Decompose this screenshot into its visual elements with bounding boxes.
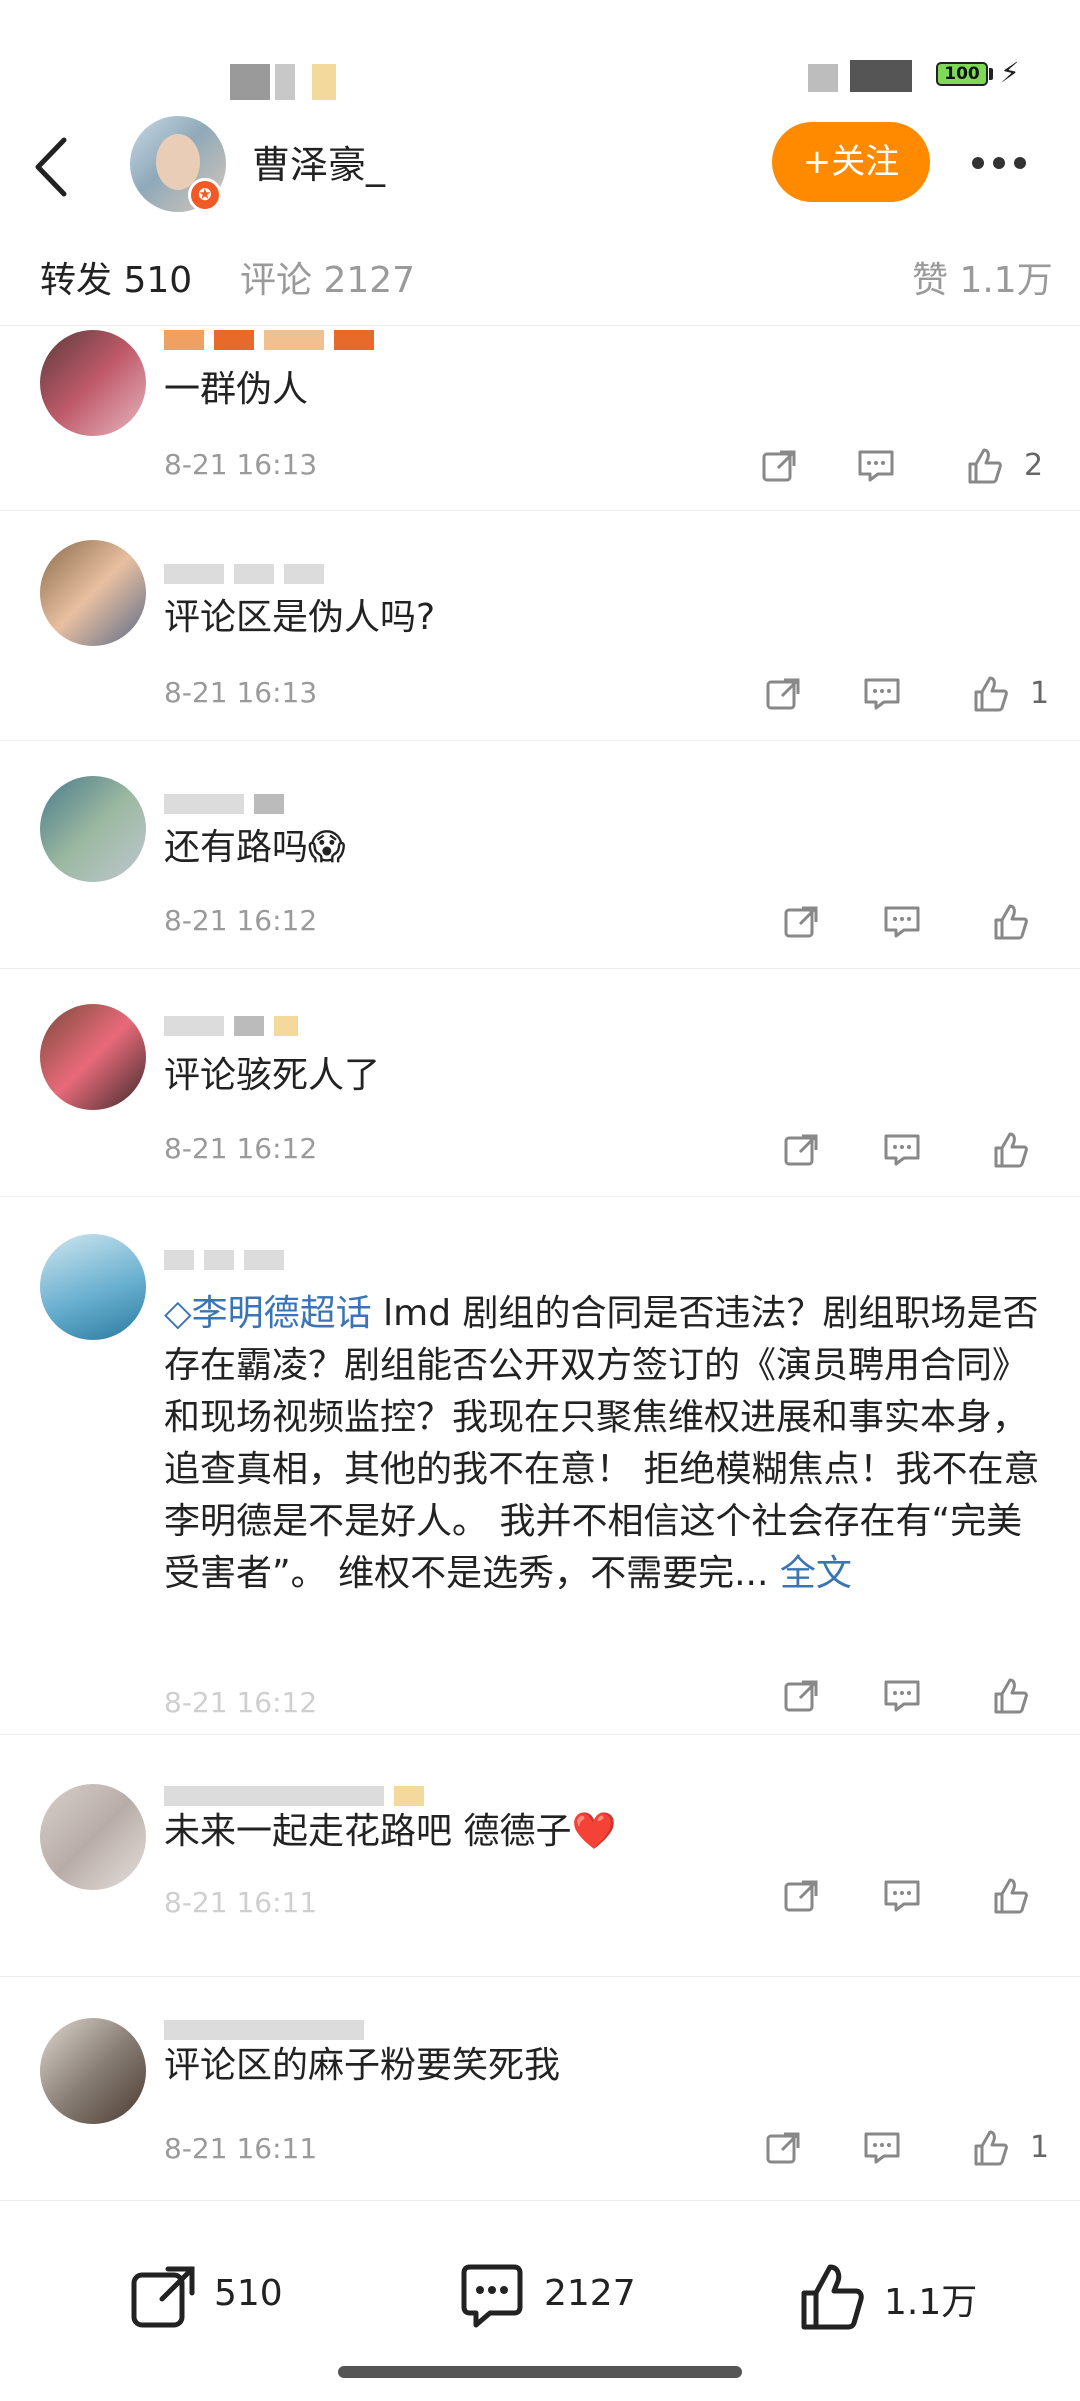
commenter-name-blurred[interactable] bbox=[164, 794, 464, 816]
like-icon[interactable] bbox=[990, 1876, 1030, 1916]
comment-text: ◇李明德超话 lmd 剧组的合同是否违法？剧组职场是否存在霸凌？剧组能否公开双方… bbox=[164, 1288, 1044, 1600]
repost-icon[interactable] bbox=[764, 674, 804, 714]
status-time-blurred bbox=[275, 64, 295, 100]
charging-icon: ⚡ bbox=[1000, 56, 1020, 89]
comment-icon[interactable] bbox=[882, 1130, 922, 1170]
like-icon[interactable] bbox=[990, 1130, 1030, 1170]
wifi-icon bbox=[850, 60, 912, 92]
comment-text: 评论区的麻子粉要笑死我 bbox=[164, 2045, 561, 2086]
commenter-avatar[interactable] bbox=[40, 2018, 146, 2124]
like-count-total[interactable]: 1.1万 bbox=[884, 2273, 977, 2325]
commenter-name-blurred[interactable] bbox=[164, 330, 464, 352]
comment-text: 评论区是伪人吗? bbox=[164, 597, 436, 638]
commenter-avatar[interactable] bbox=[40, 540, 146, 646]
comment-icon[interactable] bbox=[456, 2261, 528, 2333]
comment-text: 一群伪人 bbox=[164, 369, 309, 410]
follow-button[interactable]: +关注 bbox=[772, 122, 930, 202]
repost-icon[interactable] bbox=[760, 446, 800, 486]
tab-repost[interactable]: 转发 510 bbox=[40, 251, 192, 303]
comment-item: 一群伪人 8-21 16:13 2 bbox=[0, 330, 1080, 511]
status-time-blurred bbox=[230, 64, 270, 100]
like-icon[interactable] bbox=[990, 902, 1030, 942]
like-count: 1 bbox=[1030, 676, 1050, 711]
commenter-name-blurred[interactable] bbox=[164, 1250, 464, 1272]
commenter-avatar[interactable] bbox=[40, 1234, 146, 1340]
comment-time: 8-21 16:11 bbox=[164, 2132, 318, 2165]
commenter-name-blurred[interactable] bbox=[164, 2020, 464, 2042]
like-icon[interactable] bbox=[970, 674, 1010, 714]
commenter-avatar[interactable] bbox=[40, 330, 146, 436]
more-options-icon[interactable] bbox=[972, 154, 1036, 170]
repost-icon[interactable] bbox=[782, 1876, 822, 1916]
comment-icon[interactable] bbox=[862, 2128, 902, 2168]
comment-body: lmd 剧组的合同是否违法？剧组职场是否存在霸凌？剧组能否公开双方签订的《演员聘… bbox=[164, 1293, 1040, 1594]
comment-item: 评论区是伪人吗? 8-21 16:13 1 bbox=[0, 540, 1080, 741]
comment-item: 评论区的麻子粉要笑死我 8-21 16:11 1 bbox=[0, 2010, 1080, 2201]
comment-time: 8-21 16:11 bbox=[164, 1886, 318, 1919]
back-icon[interactable] bbox=[30, 132, 74, 202]
commenter-name-blurred[interactable] bbox=[164, 1786, 464, 1808]
author-name[interactable]: 曹泽豪_ bbox=[252, 134, 385, 189]
comment-time: 8-21 16:13 bbox=[164, 676, 318, 709]
like-count: 2 bbox=[1024, 448, 1044, 483]
comment-icon[interactable] bbox=[882, 902, 922, 942]
commenter-avatar[interactable] bbox=[40, 1784, 146, 1890]
comment-icon[interactable] bbox=[882, 1676, 922, 1716]
tab-bar: 转发 510 评论 2127 赞 1.1万 bbox=[0, 245, 1080, 326]
comment-count[interactable]: 2127 bbox=[544, 2273, 636, 2314]
comment-time: 8-21 16:12 bbox=[164, 904, 318, 937]
read-more-link[interactable]: 全文 bbox=[780, 1553, 852, 1594]
like-icon[interactable] bbox=[970, 2128, 1010, 2168]
battery-icon: 100 bbox=[936, 62, 988, 86]
comment-text: 还有路吗😱 bbox=[164, 827, 346, 868]
verified-badge-icon: ✪ bbox=[188, 178, 222, 212]
like-icon[interactable] bbox=[796, 2261, 868, 2333]
comment-item: 还有路吗😱 8-21 16:12 bbox=[0, 768, 1080, 969]
repost-icon[interactable] bbox=[128, 2261, 200, 2333]
comment-icon[interactable] bbox=[856, 446, 896, 486]
repost-icon[interactable] bbox=[782, 1676, 822, 1716]
comment-icon[interactable] bbox=[862, 674, 902, 714]
repost-icon[interactable] bbox=[764, 2128, 804, 2168]
comment-icon[interactable] bbox=[882, 1876, 922, 1916]
signal-icon bbox=[808, 64, 838, 92]
header: ✪ 曹泽豪_ +关注 bbox=[0, 110, 1080, 230]
commenter-avatar[interactable] bbox=[40, 1004, 146, 1110]
like-icon[interactable] bbox=[990, 1676, 1030, 1716]
tab-comments[interactable]: 评论 2127 bbox=[240, 251, 415, 303]
comment-time: 8-21 16:12 bbox=[164, 1686, 318, 1719]
commenter-avatar[interactable] bbox=[40, 776, 146, 882]
status-bar: 100 ⚡ bbox=[0, 0, 1080, 110]
comment-text: 未来一起走花路吧 德德子❤️ bbox=[164, 1811, 617, 1852]
battery-tip bbox=[989, 68, 993, 80]
home-indicator[interactable] bbox=[338, 2366, 742, 2378]
comment-item: 未来一起走花路吧 德德子❤️ 8-21 16:11 bbox=[0, 1776, 1080, 1977]
comment-item: ◇李明德超话 lmd 剧组的合同是否违法？剧组职场是否存在霸凌？剧组能否公开双方… bbox=[0, 1226, 1080, 1735]
like-icon[interactable] bbox=[964, 446, 1004, 486]
super-topic-link[interactable]: ◇李明德超话 bbox=[164, 1293, 372, 1334]
tab-likes[interactable]: 赞 1.1万 bbox=[912, 251, 1053, 303]
comment-time: 8-21 16:13 bbox=[164, 448, 318, 481]
like-count: 1 bbox=[1030, 2130, 1050, 2165]
comment-time: 8-21 16:12 bbox=[164, 1132, 318, 1165]
repost-icon[interactable] bbox=[782, 902, 822, 942]
commenter-name-blurred[interactable] bbox=[164, 564, 464, 586]
repost-count[interactable]: 510 bbox=[214, 2273, 283, 2314]
commenter-name-blurred[interactable] bbox=[164, 1016, 464, 1038]
comment-text: 评论骇死人了 bbox=[164, 1055, 381, 1096]
repost-icon[interactable] bbox=[782, 1130, 822, 1170]
status-time-blurred bbox=[312, 64, 336, 100]
comment-item: 评论骇死人了 8-21 16:12 bbox=[0, 996, 1080, 1197]
